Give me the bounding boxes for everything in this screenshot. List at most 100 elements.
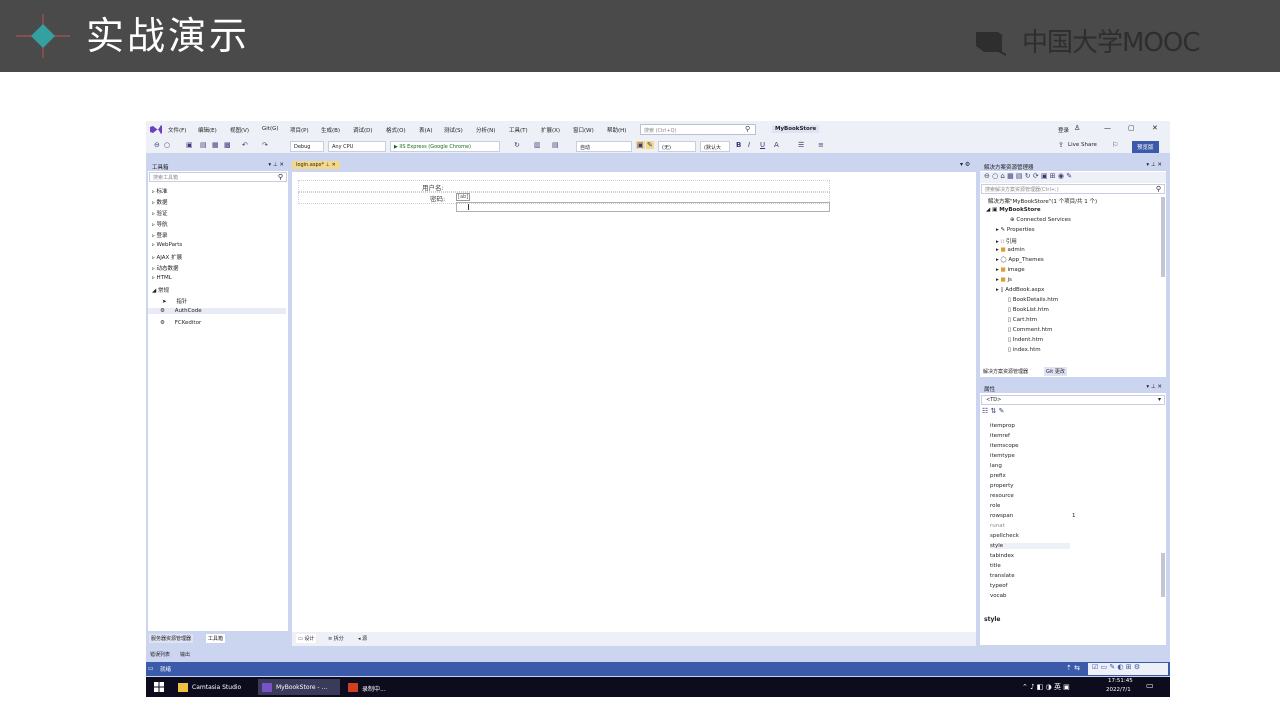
toolbox-category-general[interactable]: ◢ 常规 <box>152 286 169 294</box>
solution-explorer-toolbar[interactable]: ⊖ ○ ⌂ ▦ ▤ ↻ ⟳ ▣ ⊞ ◉ ✎ <box>980 172 1166 183</box>
solution-node[interactable]: 解决方案"MyBookStore"(1 个项目/共 1 个) <box>988 197 1097 205</box>
maximize-icon[interactable]: ▢ <box>1128 124 1135 132</box>
properties-selector[interactable]: <TD> ▾ <box>981 395 1165 405</box>
font-size-dropdown[interactable]: (默认大 <box>700 141 730 152</box>
save-icon[interactable]: ▦ <box>212 141 219 149</box>
tree-item-indent[interactable]: ▯ Indent.htm <box>1008 337 1043 343</box>
pin-icon[interactable]: ▾ ⊥ ✕ <box>1146 162 1162 168</box>
view-tab-split[interactable]: ≡ 拆分 <box>326 634 346 643</box>
notification-icon[interactable]: ▭ <box>1146 681 1154 690</box>
underline-icon[interactable]: U <box>760 141 765 149</box>
prop-itemprop[interactable]: itemprop <box>990 423 1015 429</box>
tree-item-references[interactable]: ▸ ∷ 引用 <box>996 237 1017 245</box>
menu-extensions[interactable]: 扩展(X) <box>541 126 560 134</box>
solution-search-input[interactable]: 搜索解决方案资源管理器(Ctrl+;) ⚲ <box>981 184 1165 194</box>
project-node[interactable]: ◢ ▣ MyBookStore <box>986 207 1041 213</box>
tree-item-index[interactable]: ▯ index.htm <box>1008 347 1041 353</box>
menu-table[interactable]: 表(A) <box>419 126 433 134</box>
toolbox-category-login[interactable]: ▹ 登录 <box>152 231 168 239</box>
menu-analyze[interactable]: 分析(N) <box>476 126 495 134</box>
back-icon[interactable]: ⊖ <box>154 141 160 149</box>
toolbox-category-validation[interactable]: ▹ 验证 <box>152 209 168 217</box>
design-surface[interactable]: 用户名: 密码: [ab] <box>292 172 976 632</box>
prop-runat[interactable]: runat <box>990 523 1005 529</box>
style-dropdown[interactable]: (无) <box>658 141 696 152</box>
user-icon[interactable]: ♙ <box>1074 124 1080 132</box>
view-tab-source[interactable]: ◂ 源 <box>356 634 369 643</box>
preview-button[interactable]: 预览版 <box>1132 141 1159 153</box>
menu-debug[interactable]: 调试(D) <box>353 126 373 134</box>
toolbox-search-input[interactable]: 搜索工具箱 ⚲ <box>149 172 287 182</box>
close-icon[interactable]: ✕ <box>1152 124 1158 132</box>
prop-typeof[interactable]: typeof <box>990 583 1008 589</box>
layout-icon[interactable]: ▤ <box>552 141 559 149</box>
feedback-icon[interactable]: ⚐ <box>1112 141 1118 149</box>
brush-icon[interactable]: ✎ <box>646 141 654 149</box>
prop-spellcheck[interactable]: spellcheck <box>990 533 1019 539</box>
prop-resource[interactable]: resource <box>990 493 1014 499</box>
taskbar-visual-studio[interactable]: MyBookStore - ... <box>258 679 340 695</box>
live-share-icon[interactable]: ⇪ <box>1058 141 1064 149</box>
editor-tab-login[interactable]: login.aspx* ⊥ ✕ <box>292 161 340 169</box>
toolbox-item-authcode[interactable]: ⚙ AuthCode <box>148 308 286 314</box>
pin-icon[interactable]: ▾ ⊥ ✕ <box>1146 384 1162 390</box>
prop-itemscope[interactable]: itemscope <box>990 443 1019 449</box>
tree-item-properties[interactable]: ▸ ✎ Properties <box>996 227 1035 233</box>
new-item-icon[interactable]: ▣ <box>186 141 193 149</box>
tab-solution-explorer[interactable]: 解决方案资源管理器 <box>981 367 1031 376</box>
status-notifications-icon[interactable]: ⇡ ⇆ <box>1066 664 1080 672</box>
toolbox-category-data[interactable]: ▹ 数据 <box>152 198 168 206</box>
tree-item-cart[interactable]: ▯ Cart.htm <box>1008 317 1037 323</box>
tree-item-bookdetails[interactable]: ▯ BookDetails.htm <box>1008 297 1058 303</box>
save-all-icon[interactable]: ▩ <box>224 141 231 149</box>
scrollbar-thumb[interactable] <box>1161 553 1165 597</box>
menu-git[interactable]: Git(G) <box>262 126 279 132</box>
platform-dropdown[interactable]: Any CPU <box>328 141 386 152</box>
prop-role[interactable]: role <box>990 503 1000 509</box>
tab-server-explorer[interactable]: 服务器资源管理器 <box>149 634 194 643</box>
selected-table-cell[interactable] <box>456 202 830 212</box>
close-tab-icon[interactable]: ⊥ ✕ <box>326 162 336 168</box>
menu-file[interactable]: 文件(F) <box>168 126 186 134</box>
menu-build[interactable]: 生成(B) <box>321 126 340 134</box>
scrollbar-thumb[interactable] <box>1161 197 1165 277</box>
redo-icon[interactable]: ↷ <box>262 141 268 149</box>
menu-tools[interactable]: 工具(T) <box>509 126 528 134</box>
toolbox-category-ajax[interactable]: ▹ AJAX 扩展 <box>152 253 182 261</box>
browser-link-icon[interactable]: ▥ <box>534 141 541 149</box>
pin-icon[interactable]: ▾ ⊥ ✕ <box>268 162 284 168</box>
menu-window[interactable]: 窗口(W) <box>573 126 594 134</box>
minimize-icon[interactable]: — <box>1104 124 1111 132</box>
tree-item-connected-services[interactable]: ⊕ Connected Services <box>1010 217 1071 223</box>
taskbar-recording[interactable]: 录制中... <box>344 679 396 695</box>
tab-output[interactable]: 输出 <box>178 650 192 659</box>
list-icon[interactable]: ≡ <box>818 141 824 149</box>
configuration-dropdown[interactable]: Debug <box>290 141 324 152</box>
toolbox-item-pointer[interactable]: ➤ 指针 <box>162 297 187 305</box>
menu-test[interactable]: 测试(S) <box>444 126 463 134</box>
prop-rowspan[interactable]: rowspan <box>990 513 1013 519</box>
tray-icons[interactable]: ⌃ ♪ ◧ ◑ 英 ▣ <box>1022 682 1070 692</box>
prop-rowspan-value[interactable]: 1 <box>1072 513 1076 519</box>
editor-dropdown-icon[interactable]: ▾ ⚙ <box>960 161 970 168</box>
clock-time[interactable]: 17:51:45 <box>1108 678 1133 684</box>
menu-help[interactable]: 帮助(H) <box>607 126 626 134</box>
toolbox-category-dynamic-data[interactable]: ▹ 动态数据 <box>152 264 179 272</box>
vs-search-box[interactable]: 搜索 (Ctrl+Q) ⚲ <box>640 124 756 135</box>
bold-icon[interactable]: B <box>736 141 741 149</box>
menu-format[interactable]: 格式(O) <box>386 126 406 134</box>
toolbox-category-html[interactable]: ▹ HTML <box>152 275 172 281</box>
live-share-button[interactable]: Live Share <box>1068 142 1097 148</box>
clock-date[interactable]: 2022/7/1 <box>1106 687 1131 693</box>
prop-tabindex[interactable]: tabindex <box>990 553 1014 559</box>
menu-project[interactable]: 项目(P) <box>290 126 309 134</box>
tree-item-image[interactable]: ▸ ■ image <box>996 267 1025 273</box>
tab-toolbox[interactable]: 工具箱 <box>206 634 226 643</box>
italic-icon[interactable]: I <box>748 141 750 149</box>
windows-start-icon[interactable] <box>154 682 164 692</box>
run-target-button[interactable]: ▶ IIS Express (Google Chrome) <box>390 141 500 152</box>
menu-view[interactable]: 视图(V) <box>230 126 249 134</box>
prop-style[interactable]: style <box>990 543 1070 549</box>
tree-item-addbook[interactable]: ▸ ▯ AddBook.aspx <box>996 287 1044 293</box>
prop-prefix[interactable]: prefix <box>990 473 1006 479</box>
